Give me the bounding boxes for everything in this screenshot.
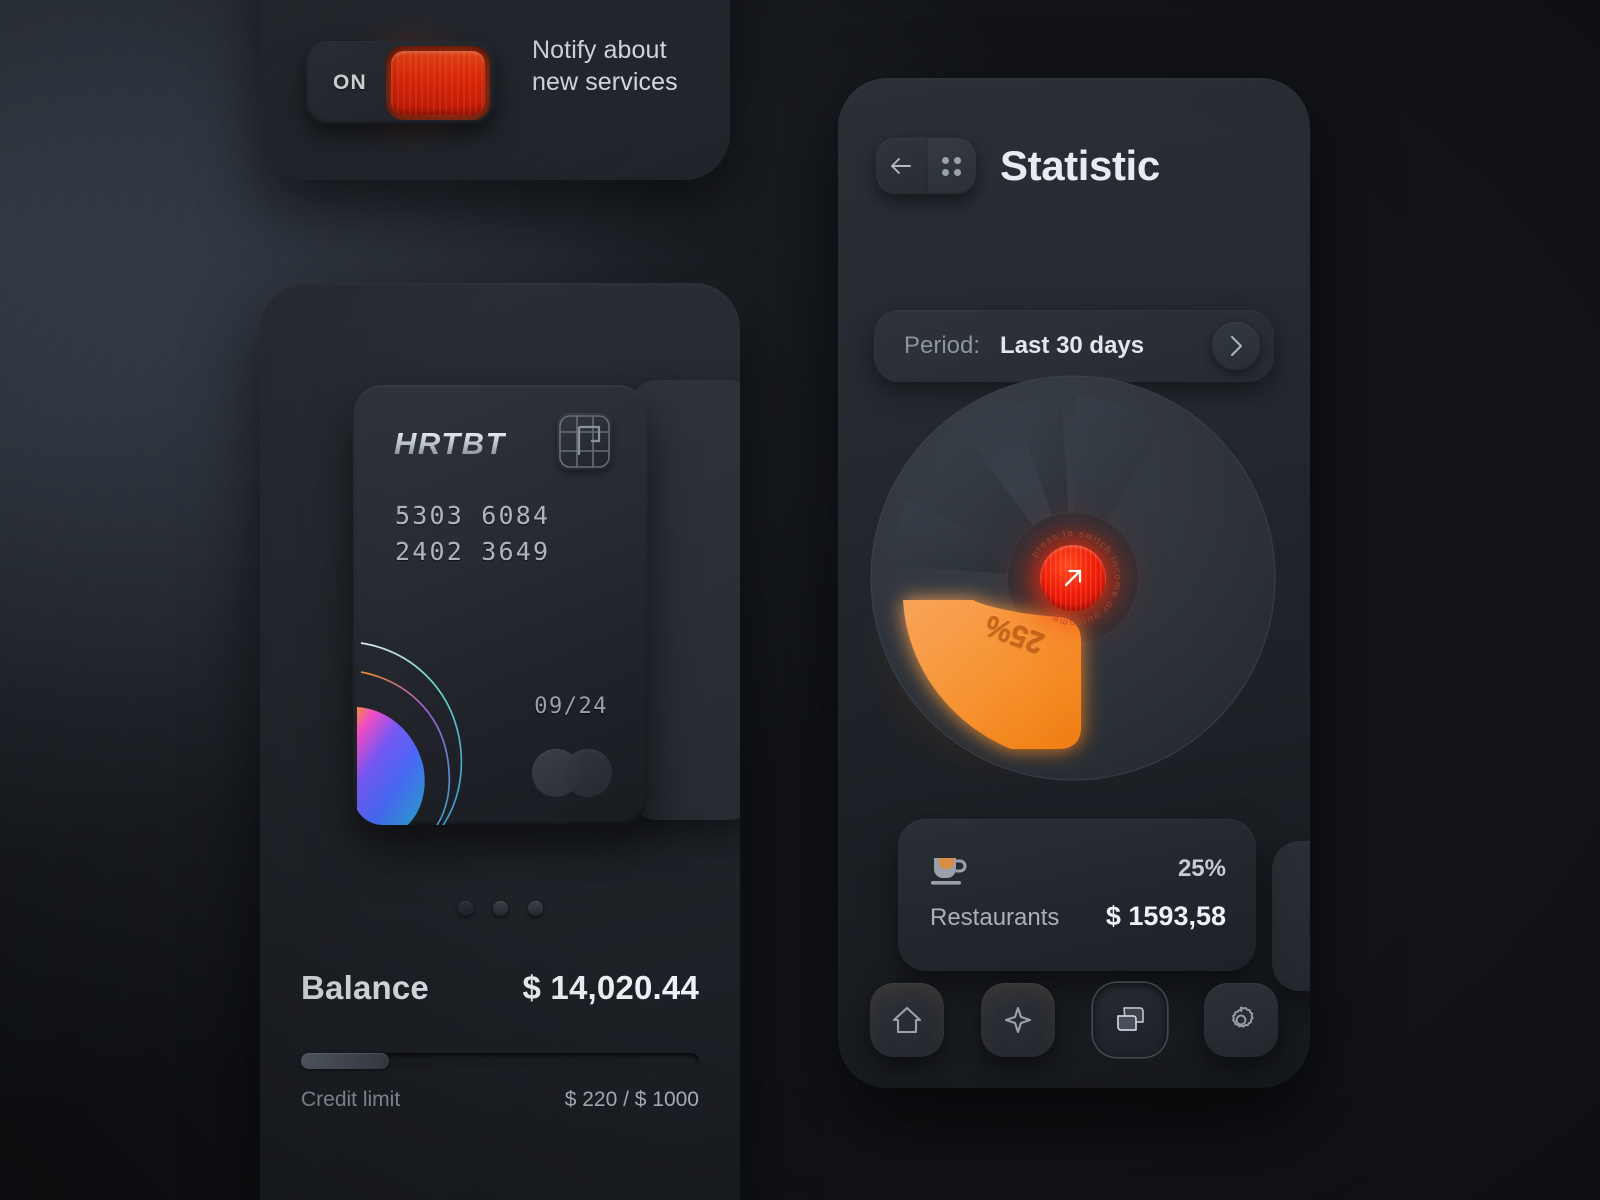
period-next-button[interactable] (1212, 322, 1260, 370)
card-number-line-1: 5303 6084 (395, 501, 551, 530)
app-background (0, 0, 1600, 1200)
page-title: Statistic (1000, 142, 1160, 189)
back-button[interactable] (876, 138, 926, 194)
period-value: Last 30 days (1000, 332, 1145, 359)
notify-switch[interactable]: ON (306, 41, 496, 125)
notify-description-line2: new services (532, 68, 678, 96)
home-icon (892, 1006, 922, 1034)
credit-limit-row: Credit limit $ 220 / $ 1000 (301, 1088, 699, 1112)
card-pagination[interactable] (260, 901, 740, 916)
credit-progress-fill (301, 1053, 389, 1069)
grid-dots-icon (941, 156, 961, 176)
statistic-panel: Statistic Period: Last 30 days 25% press… (838, 78, 1310, 1088)
switch-knob[interactable] (391, 51, 485, 115)
mastercard-circle-right (564, 749, 612, 797)
center-red-button[interactable] (1040, 545, 1106, 611)
notify-panel: ON Notify about new services (260, 0, 730, 180)
nav-home-button[interactable] (870, 983, 944, 1057)
arrow-up-right-icon (1064, 569, 1082, 587)
coffee-cup-icon (931, 858, 967, 885)
gear-icon (1232, 1006, 1254, 1028)
category-bottom-row: Restaurants $ 1593,58 (930, 901, 1226, 932)
category-top-row: 25% (930, 852, 1226, 886)
switch-state-label: ON (333, 71, 367, 94)
nav-cards-button[interactable] (1092, 983, 1167, 1057)
pagination-dot[interactable] (527, 901, 543, 916)
nav-add-button[interactable] (981, 983, 1056, 1057)
card-number-line-2: 2402 3649 (395, 537, 551, 566)
bottom-navigation (870, 983, 1278, 1057)
period-label: Period: (904, 332, 981, 359)
balance-row: Balance $ 14,020.44 (301, 969, 699, 1007)
card-brand: HRTBT (394, 426, 506, 461)
credit-limit-label: Credit limit (301, 1088, 401, 1111)
balance-label: Balance (301, 969, 429, 1006)
arrow-left-icon (891, 158, 911, 174)
category-percent: 25% (1177, 855, 1226, 882)
chip-icon (557, 413, 612, 470)
chevron-right-icon (1231, 336, 1242, 356)
plus-icon (1005, 1006, 1032, 1034)
statistic-header: Statistic (876, 138, 1160, 194)
category-amount: $ 1593,58 (1105, 901, 1226, 931)
pagination-dot[interactable] (492, 901, 508, 916)
wallet-panel: HRTBT 5303 6084 2402 3649 09/24 Balance … (260, 283, 740, 1200)
card-artwork (357, 642, 463, 825)
pagination-dot[interactable] (457, 901, 473, 916)
credit-card[interactable]: HRTBT 5303 6084 2402 3649 09/24 (353, 385, 648, 825)
grid-menu-button[interactable] (926, 138, 976, 194)
header-nav-pill (876, 138, 976, 194)
category-card-restaurants[interactable]: 25% Restaurants $ 1593,58 (898, 819, 1256, 971)
balance-value: $ 14,020.44 (522, 969, 699, 1006)
card-expiry: 09/24 (534, 694, 608, 719)
nav-settings-button[interactable] (1203, 983, 1278, 1057)
next-category-preview[interactable] (1272, 841, 1310, 991)
credit-progress-track[interactable] (301, 1053, 699, 1069)
credit-limit-value: $ 220 / $ 1000 (564, 1088, 699, 1111)
cards-icon (1116, 1007, 1144, 1031)
category-name: Restaurants (930, 904, 1060, 931)
income-outcome-toggle[interactable]: press to switch income or outcome (1018, 523, 1128, 633)
switch-slot (386, 46, 490, 120)
notify-description-line1: Notify about (532, 36, 667, 64)
spending-donut-chart[interactable]: 25% press to switch income or outcome (863, 368, 1283, 788)
mastercard-icon (532, 749, 612, 797)
notify-description: Notify about new services (532, 34, 707, 98)
